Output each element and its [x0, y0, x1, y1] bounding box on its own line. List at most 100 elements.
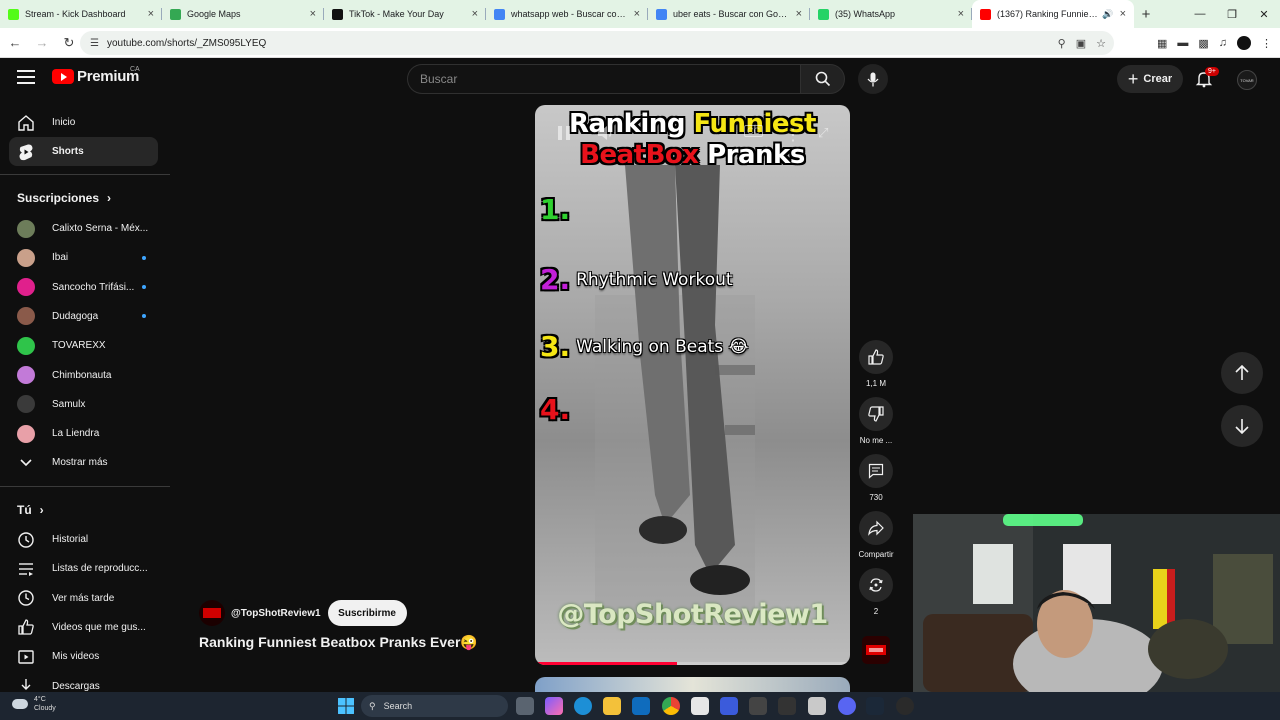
sidebar-item[interactable]: Chimbonauta: [9, 361, 158, 390]
share-action[interactable]: Compartir: [856, 511, 896, 559]
taskbar-search[interactable]: ⚲ Search: [361, 695, 508, 717]
close-tab-icon[interactable]: ×: [472, 8, 478, 20]
browser-tab[interactable]: Google Maps ×: [162, 0, 324, 28]
install-app-icon[interactable]: ▣: [1076, 37, 1086, 50]
previous-short-button[interactable]: [1221, 352, 1263, 394]
discord-icon[interactable]: [838, 697, 856, 715]
capcut-icon[interactable]: [778, 697, 796, 715]
short-title[interactable]: Ranking Funniest Beatbox Pranks Ever😜: [199, 634, 478, 651]
comments-action[interactable]: 730: [856, 454, 896, 502]
dislike-button[interactable]: [859, 397, 893, 431]
profile-icon[interactable]: [1237, 36, 1251, 50]
sidebar-item[interactable]: TOVAREXX: [9, 331, 158, 360]
windows-start-icon[interactable]: [337, 697, 355, 715]
close-tab-icon[interactable]: ×: [1120, 8, 1126, 20]
hamburger-menu-icon[interactable]: [17, 70, 35, 88]
account-avatar[interactable]: TOVAR: [1237, 70, 1257, 90]
browser-tab[interactable]: uber eats - Buscar con Google ×: [648, 0, 810, 28]
browser-tab[interactable]: whatsapp web - Buscar con Google ×: [486, 0, 648, 28]
subscribe-button[interactable]: Suscribirme: [327, 600, 407, 626]
sidebar-item[interactable]: La Liendra: [9, 419, 158, 448]
outlook-icon[interactable]: [632, 697, 650, 715]
copilot-icon[interactable]: [545, 697, 563, 715]
minimize-icon[interactable]: —: [1184, 0, 1216, 28]
edge-icon[interactable]: [574, 697, 592, 715]
create-button[interactable]: + Crear: [1117, 65, 1183, 93]
extensions-puzzle-icon[interactable]: ▩: [1198, 37, 1208, 50]
sidebar-item[interactable]: Mostrar más: [9, 448, 158, 477]
video-progress-bar[interactable]: [535, 662, 850, 665]
next-short-button[interactable]: [1221, 405, 1263, 447]
zoom-icon[interactable]: ⚲: [1058, 37, 1066, 50]
like-action[interactable]: 1,1 M: [856, 340, 896, 388]
sidebar-item[interactable]: Ver más tarde: [9, 584, 158, 613]
subscriptions-header[interactable]: Suscripciones ›: [17, 191, 111, 205]
close-tab-icon[interactable]: ×: [958, 8, 964, 20]
steam-icon[interactable]: [866, 697, 884, 715]
fullscreen-icon[interactable]: ⤢: [818, 125, 828, 141]
sidebar-item[interactable]: Inicio: [9, 108, 158, 137]
menu-icon[interactable]: ⋮: [1261, 37, 1272, 50]
dislike-action[interactable]: No me ...: [856, 397, 896, 445]
obs-icon[interactable]: [896, 697, 914, 715]
sidebar-item[interactable]: Ibai: [9, 243, 158, 272]
remix-action[interactable]: 2: [856, 568, 896, 616]
browser-tab[interactable]: (35) WhatsApp ×: [810, 0, 972, 28]
sidebar-item[interactable]: Dudagoga: [9, 302, 158, 331]
forward-button[interactable]: →: [30, 31, 54, 55]
close-tab-icon[interactable]: ×: [634, 8, 640, 20]
reload-button[interactable]: ↻: [57, 31, 81, 55]
extension-icon[interactable]: ▦: [1157, 37, 1167, 50]
more-options-icon[interactable]: ⋮: [785, 125, 801, 145]
browser-tab[interactable]: Stream - Kick Dashboard ×: [0, 0, 162, 28]
bookmark-star-icon[interactable]: ☆: [1096, 37, 1106, 50]
pause-icon[interactable]: [557, 125, 571, 141]
sidebar-item[interactable]: Listas de reproducc...: [9, 554, 158, 583]
notepad-icon[interactable]: [808, 697, 826, 715]
store-icon[interactable]: [691, 697, 709, 715]
like-button[interactable]: [859, 340, 893, 374]
address-bar[interactable]: ☰ youtube.com/shorts/_ZMS095LYEQ ⚲ ▣ ☆: [80, 31, 1114, 55]
close-tab-icon[interactable]: ×: [310, 8, 316, 20]
sidebar-item[interactable]: Descargas: [9, 672, 158, 693]
close-tab-icon[interactable]: ×: [796, 8, 802, 20]
search-button[interactable]: [800, 64, 845, 94]
task-view-icon[interactable]: [516, 697, 534, 715]
sidebar-item[interactable]: Historial: [9, 525, 158, 554]
volume-icon[interactable]: [597, 125, 615, 141]
media-control-icon[interactable]: ♫: [1219, 37, 1227, 49]
back-button[interactable]: ←: [3, 31, 27, 55]
share-button[interactable]: [859, 511, 893, 545]
browser-tab[interactable]: (1367) Ranking Funniest Be 🔊 ×: [972, 0, 1134, 28]
apps-grid-icon[interactable]: [749, 697, 767, 715]
you-header[interactable]: Tú ›: [17, 503, 44, 517]
file-explorer-icon[interactable]: [603, 697, 621, 715]
youtube-logo[interactable]: Premium CA: [52, 66, 140, 85]
site-info-icon[interactable]: ☰: [90, 38, 99, 49]
captions-icon[interactable]: CC: [744, 125, 763, 137]
remix-button[interactable]: [859, 568, 893, 602]
tab-audio-icon[interactable]: 🔊: [1102, 9, 1113, 20]
maximize-icon[interactable]: ❐: [1216, 0, 1248, 28]
comments-button[interactable]: [859, 454, 893, 488]
sidebar-item[interactable]: Calixto Serna - Méx...: [9, 214, 158, 243]
chrome-icon[interactable]: [662, 697, 680, 715]
close-tab-icon[interactable]: ×: [148, 8, 154, 20]
sidebar-item[interactable]: Samulx: [9, 390, 158, 419]
shorts-video-player[interactable]: Ranking Funniest BeatBox Pranks CC ⋮ ⤢ 1…: [535, 105, 850, 665]
new-tab-button[interactable]: +: [1134, 0, 1158, 28]
channel-avatar[interactable]: [199, 600, 225, 626]
search-input[interactable]: Buscar: [407, 64, 800, 94]
sidebar-item[interactable]: Sancocho Trifási...: [9, 273, 158, 302]
close-window-icon[interactable]: ✕: [1248, 0, 1280, 28]
sidebar-item[interactable]: Shorts: [9, 137, 158, 166]
voice-search-button[interactable]: [858, 64, 888, 94]
weather-widget[interactable]: 4°C Cloudy: [12, 695, 56, 713]
sidebar-item[interactable]: Mis videos: [9, 642, 158, 671]
vpn-icon[interactable]: [720, 697, 738, 715]
channel-handle[interactable]: @TopShotReview1: [231, 608, 321, 619]
extension-icon-2[interactable]: ▬: [1177, 37, 1188, 49]
browser-tab[interactable]: TikTok - Make Your Day ×: [324, 0, 486, 28]
sidebar-item[interactable]: Videos que me gus...: [9, 613, 158, 642]
audio-channel-thumbnail[interactable]: [862, 636, 890, 664]
